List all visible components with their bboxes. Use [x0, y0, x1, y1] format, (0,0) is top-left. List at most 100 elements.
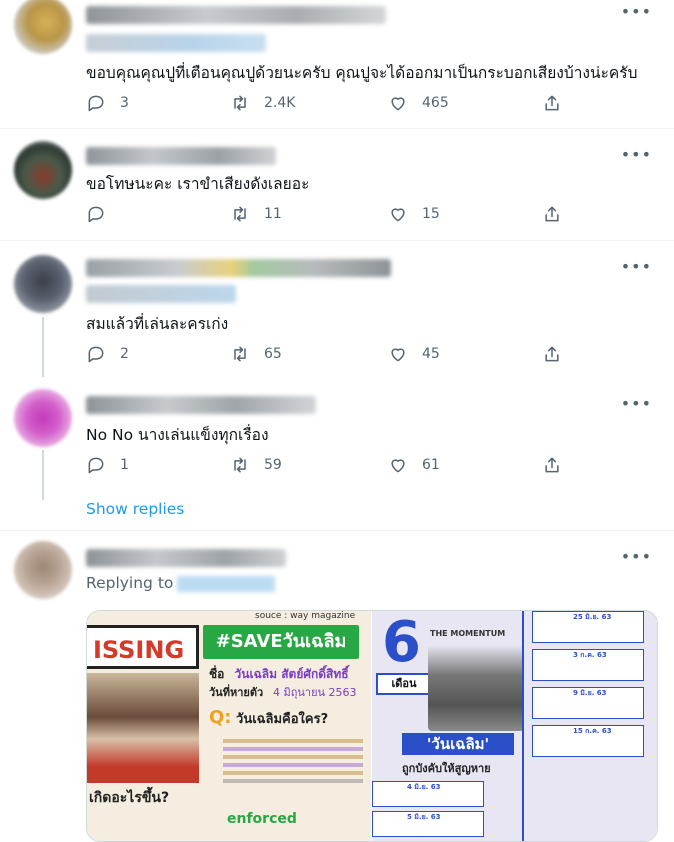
share-icon	[545, 457, 559, 473]
avatar[interactable]	[14, 141, 72, 199]
missing-banner: ISSING	[87, 625, 199, 669]
timeline-entry: 9 มิ.ย. 63	[532, 687, 644, 719]
tweet-2[interactable]: ••• ขอโทษนะคะ เราขำเสียงดังเลยอะ 11 15	[0, 129, 674, 240]
share-button[interactable]	[542, 455, 562, 475]
author-name[interactable]	[86, 6, 386, 24]
author-name[interactable]	[86, 259, 391, 277]
portrait	[87, 673, 199, 783]
retweet-icon	[234, 457, 246, 473]
timeline-date: 25 มิ.ย. 63	[573, 613, 612, 621]
retweet-icon	[234, 206, 246, 222]
share-button[interactable]	[542, 344, 562, 364]
tweet-media[interactable]: ISSING souce : way magazine #SAVEวันเฉลิ…	[86, 610, 658, 842]
tweet-actions: 3 2.4K 465	[86, 93, 576, 115]
timeline-date: 4 มิ.ย. 63	[407, 783, 441, 791]
share-icon	[545, 346, 559, 362]
retweet-count: 2.4K	[264, 95, 296, 111]
replying-to: Replying to	[86, 574, 276, 592]
tweet-actions: 1 59 61	[86, 455, 576, 477]
reply-icon	[88, 457, 104, 474]
tweet-1[interactable]: ••• ขอบคุณคุณปูที่เตือนคุณปูด้วยนะครับ ค…	[0, 0, 674, 128]
reply-button[interactable]: 2	[86, 344, 129, 364]
reply-button[interactable]	[86, 204, 120, 224]
save-headline: #SAVEวันเฉลิม	[203, 625, 359, 659]
replying-to-label: Replying to	[86, 574, 174, 592]
like-count: 45	[422, 346, 440, 362]
q-prefix: Q:	[209, 707, 232, 728]
like-count: 15	[422, 206, 440, 222]
timeline-date: 3 ก.ค. 63	[573, 651, 607, 659]
media-image-1[interactable]: ISSING souce : way magazine #SAVEวันเฉลิ…	[87, 611, 371, 841]
avatar[interactable]	[14, 255, 72, 313]
source-credit: souce : way magazine	[255, 611, 356, 621]
share-icon	[545, 206, 559, 222]
reply-button[interactable]: 3	[86, 93, 129, 113]
tweet-text: No No นางเล่นแข็งทุกเรื่อง	[86, 426, 269, 444]
more-options-icon[interactable]: •••	[621, 257, 652, 276]
timeline-entry: 15 ก.ค. 63	[532, 725, 644, 757]
like-button[interactable]: 465	[388, 93, 449, 113]
reply-icon	[88, 206, 104, 223]
more-options-icon[interactable]: •••	[621, 394, 652, 413]
tweet-actions: 11 15	[86, 204, 576, 226]
retweet-button[interactable]: 11	[230, 204, 282, 224]
enforced-label: enforced	[227, 811, 297, 827]
share-button[interactable]	[542, 93, 562, 113]
retweet-button[interactable]: 2.4K	[230, 93, 295, 113]
date-label: วันที่หายตัว	[209, 686, 264, 699]
author-handle[interactable]	[86, 34, 266, 52]
reply-icon	[88, 95, 104, 112]
author-name[interactable]	[86, 549, 286, 567]
like-button[interactable]: 15	[388, 204, 440, 224]
show-replies-link[interactable]: Show replies	[86, 500, 184, 518]
heart-icon	[391, 348, 405, 362]
more-options-icon[interactable]: •••	[621, 145, 652, 164]
body-text-lines	[223, 735, 363, 787]
avatar[interactable]	[14, 541, 72, 599]
author-name[interactable]	[86, 396, 316, 414]
subtitle-label: ถูกบังคับให้สูญหาย	[402, 762, 491, 775]
avatar[interactable]	[14, 0, 72, 54]
media-image-2[interactable]: 6 เดือน THE MOMENTUM 'วันเฉลิม' ถูกบังคั…	[372, 611, 657, 841]
retweet-count: 11	[264, 206, 282, 222]
like-button[interactable]: 61	[388, 455, 440, 475]
tweet-3[interactable]: ••• สมแล้วที่เล่นละครเก่ง 2 65 45	[0, 241, 674, 386]
heart-icon	[391, 459, 405, 473]
retweet-button[interactable]: 65	[230, 344, 282, 364]
timeline-date: 9 มิ.ย. 63	[573, 689, 607, 697]
tweet-text: ขอโทษนะคะ เราขำเสียงดังเลยอะ	[86, 175, 310, 193]
author-handle[interactable]	[86, 285, 236, 303]
timeline-entry: 25 มิ.ย. 63	[532, 611, 644, 643]
heart-icon	[391, 208, 405, 222]
heart-icon	[391, 97, 405, 111]
author-name[interactable]	[86, 147, 276, 165]
happened-label: เกิดอะไรขึ้น?	[89, 790, 170, 806]
tweet-actions: 2 65 45	[86, 344, 576, 366]
reply-count: 2	[120, 346, 129, 362]
tweet-4[interactable]: ••• No No นางเล่นแข็งทุกเรื่อง 1 59 61	[0, 386, 674, 500]
replying-to-handle[interactable]	[177, 575, 276, 592]
date-value: 4 มิถุนายน 2563	[272, 686, 357, 699]
tweet-text: ขอบคุณคุณปูที่เตือนคุณปูด้วยนะครับ คุณปู…	[86, 64, 638, 82]
timeline-entry: 4 มิ.ย. 63	[372, 781, 484, 807]
share-icon	[545, 95, 559, 111]
retweet-count: 65	[264, 346, 282, 362]
thread-line	[42, 317, 44, 377]
q-label: วันเฉลิมคือใคร?	[236, 712, 329, 727]
timeline-date: 15 ก.ค. 63	[573, 727, 612, 735]
info-name-row: ชื่อ วันเฉลิม สัตย์ศักดิ์สิทธิ์	[209, 665, 349, 684]
avatar[interactable]	[14, 389, 72, 447]
reply-button[interactable]: 1	[86, 455, 129, 475]
share-button[interactable]	[542, 204, 562, 224]
retweet-count: 59	[264, 457, 282, 473]
like-button[interactable]: 45	[388, 344, 440, 364]
retweet-button[interactable]: 59	[230, 455, 282, 475]
reply-count: 1	[120, 457, 129, 473]
retweet-icon	[234, 346, 246, 362]
timeline-entry: 3 ก.ค. 63	[532, 649, 644, 681]
more-options-icon[interactable]: •••	[621, 2, 652, 21]
big-number: 6	[382, 610, 421, 675]
more-options-icon[interactable]: •••	[621, 547, 652, 566]
thread-line	[42, 450, 44, 500]
tweet-text: สมแล้วที่เล่นละครเก่ง	[86, 315, 229, 333]
